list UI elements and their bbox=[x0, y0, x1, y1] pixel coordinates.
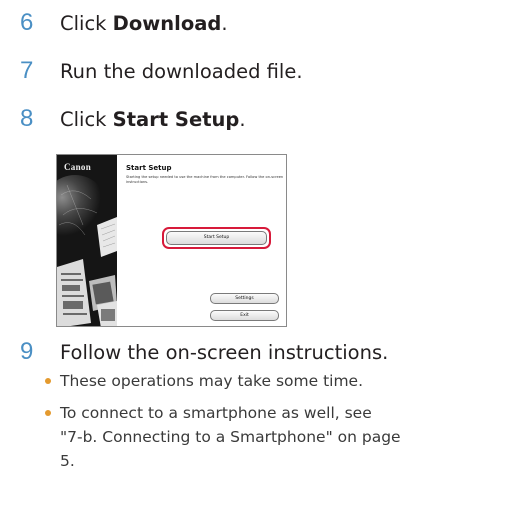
step-text: Run the downloaded file. bbox=[60, 60, 303, 83]
highlight-box bbox=[162, 227, 271, 249]
settings-button[interactable]: Settings bbox=[210, 293, 279, 304]
bullet-continuation: "7-b. Connecting to a Smartphone" on pag… bbox=[60, 428, 401, 446]
dialog-description: Starting the setup needed to use the mac… bbox=[126, 175, 284, 184]
step-number: 8 bbox=[20, 105, 34, 132]
exit-button[interactable]: Exit bbox=[210, 310, 279, 321]
bullet-continuation: 5. bbox=[60, 452, 75, 470]
step-number: 9 bbox=[20, 338, 34, 365]
bullet-item: To connect to a smartphone as well, see bbox=[45, 403, 372, 424]
bold-term: Start Setup bbox=[112, 108, 240, 131]
bullet-dot bbox=[45, 410, 51, 416]
step-text: Follow the on-screen instructions. bbox=[60, 341, 389, 364]
decorative-photo-panel: Canon bbox=[57, 155, 117, 326]
dialog-title: Start Setup bbox=[126, 164, 172, 172]
step-text: Click Download. bbox=[60, 12, 228, 35]
step-number: 7 bbox=[20, 57, 34, 84]
bold-term: Download bbox=[112, 12, 222, 35]
setup-screenshot: Canon Start Setup Starting the setup nee… bbox=[56, 154, 287, 327]
bullet-item: These operations may take some time. bbox=[45, 371, 363, 392]
photo-collage-graphic bbox=[57, 155, 117, 326]
step-text: Click Start Setup. bbox=[60, 108, 246, 131]
step-number: 6 bbox=[20, 9, 34, 36]
bullet-dot bbox=[45, 378, 51, 384]
canon-logo: Canon bbox=[64, 162, 92, 172]
